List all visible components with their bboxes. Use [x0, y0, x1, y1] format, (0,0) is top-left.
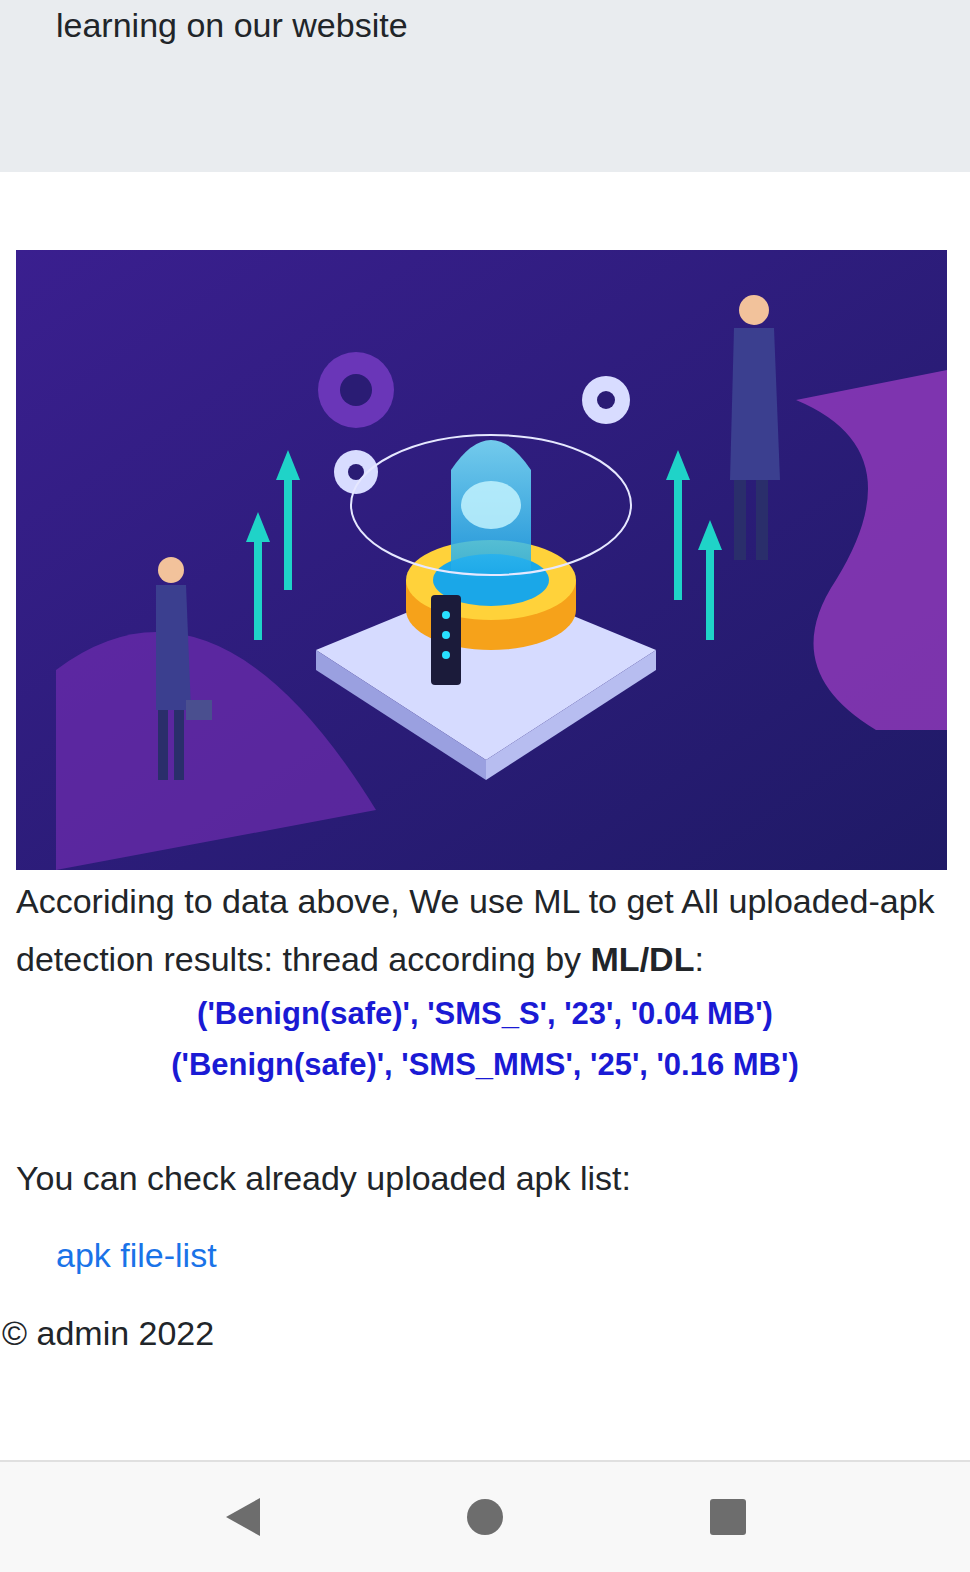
result-line: ('Benign(safe)', 'SMS_MMS', '25', '0.16 …	[171, 1039, 798, 1090]
intro-bold: ML/DL	[591, 940, 695, 978]
back-icon[interactable]	[222, 1496, 262, 1538]
hero-illustration	[16, 250, 947, 870]
footer-text: © admin 2022	[0, 1304, 970, 1362]
ai-brain-illustration-icon	[16, 250, 947, 870]
android-nav-bar	[0, 1460, 970, 1572]
result-line: ('Benign(safe)', 'SMS_S', '23', '0.04 MB…	[197, 988, 773, 1039]
page: learning on our website Accoriding to dat…	[0, 0, 970, 1572]
home-icon[interactable]	[465, 1497, 505, 1537]
header-band: learning on our website	[0, 0, 970, 172]
apk-file-list-link[interactable]: apk file-list	[56, 1226, 217, 1284]
intro-text: Accoriding to data above, We use ML to g…	[0, 872, 970, 988]
results-list: ('Benign(safe)', 'SMS_S', '23', '0.04 MB…	[0, 988, 970, 1090]
header-text: learning on our website	[56, 2, 914, 48]
list-prompt: You can check already uploaded apk list:	[0, 1149, 970, 1207]
recents-icon[interactable]	[708, 1497, 748, 1537]
